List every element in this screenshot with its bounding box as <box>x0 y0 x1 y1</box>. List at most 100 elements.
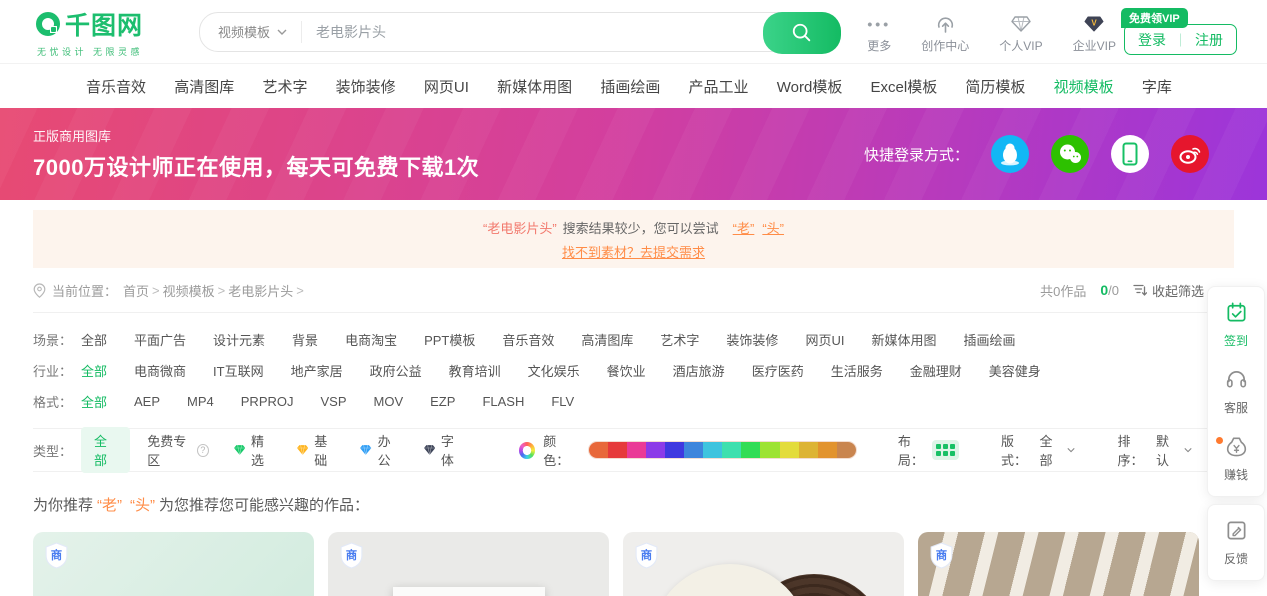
result-card-2[interactable]: 商 <box>328 532 609 596</box>
color-swatch[interactable] <box>665 442 684 458</box>
float-item-earn-money[interactable]: 赚钱 <box>1208 425 1264 492</box>
filter-option[interactable]: 全部 <box>81 361 107 380</box>
color-swatch[interactable] <box>589 442 608 458</box>
nav-item-字库[interactable]: 字库 <box>1142 76 1172 97</box>
filter-option[interactable]: 新媒体用图 <box>871 330 936 349</box>
color-swatch[interactable] <box>684 442 703 458</box>
suggestion-link[interactable]: “头” <box>762 221 784 236</box>
nav-item-Word模板[interactable]: Word模板 <box>777 76 843 97</box>
filter-option[interactable]: 插画绘画 <box>963 330 1015 349</box>
weibo-login-icon[interactable] <box>1171 135 1209 173</box>
result-card-1[interactable]: 商 <box>33 532 314 596</box>
filter-option[interactable]: 文化娱乐 <box>528 361 580 380</box>
search-category-select[interactable]: 视频模板 <box>200 22 301 41</box>
nav-item-新媒体用图[interactable]: 新媒体用图 <box>497 76 572 97</box>
filter-option[interactable]: 金融理财 <box>910 361 962 380</box>
tier-filter-精选[interactable]: 精选 <box>234 431 272 469</box>
tier-filter-基础[interactable]: 基础 <box>297 431 335 469</box>
menu-item-creator-center[interactable]: 创作中心 <box>921 10 969 54</box>
filter-option[interactable]: IT互联网 <box>213 361 264 380</box>
filter-option[interactable]: 网页UI <box>805 330 844 349</box>
color-swatch[interactable] <box>608 442 627 458</box>
float-item-sign-in[interactable]: 签到 <box>1208 291 1264 358</box>
filter-option[interactable]: 电商微商 <box>134 361 186 380</box>
format-dropdown[interactable]: 版式： 全部 <box>1001 431 1076 469</box>
nav-item-简历模板[interactable]: 简历模板 <box>965 76 1025 97</box>
suggestion-link[interactable]: “老” <box>733 221 755 236</box>
layout-control[interactable]: 布局： <box>898 431 959 469</box>
filter-option[interactable]: 地产家居 <box>291 361 343 380</box>
filter-option[interactable]: 装饰装修 <box>726 330 778 349</box>
tier-filter-办公[interactable]: 办公 <box>360 431 398 469</box>
filter-option[interactable]: 平面广告 <box>134 330 186 349</box>
sort-dropdown[interactable]: 排序： 默认 <box>1118 431 1193 469</box>
nav-item-艺术字[interactable]: 艺术字 <box>262 76 307 97</box>
color-swatch[interactable] <box>722 442 741 458</box>
site-logo[interactable]: 千图网 无忧设计 无限灵感 <box>35 6 187 58</box>
tier-filter-字体[interactable]: 字体 <box>424 431 462 469</box>
nav-item-Excel模板[interactable]: Excel模板 <box>871 76 938 97</box>
filter-option[interactable]: 音乐音效 <box>502 330 554 349</box>
float-item-feedback[interactable]: 反馈 <box>1208 509 1264 576</box>
filter-option[interactable]: MP4 <box>187 394 214 409</box>
color-swatch[interactable] <box>799 442 818 458</box>
filter-option[interactable]: 设计元素 <box>213 330 265 349</box>
nav-item-视频模板[interactable]: 视频模板 <box>1054 76 1114 97</box>
filter-option[interactable]: 美容健身 <box>989 361 1041 380</box>
result-card-4[interactable]: 商 <box>918 532 1199 596</box>
filter-option[interactable]: 艺术字 <box>660 330 699 349</box>
color-swatch[interactable] <box>646 442 665 458</box>
help-icon[interactable]: ? <box>197 444 209 457</box>
register-label[interactable]: 注册 <box>1195 30 1223 50</box>
nav-item-产品工业[interactable]: 产品工业 <box>689 76 749 97</box>
filter-option[interactable]: MOV <box>374 394 404 409</box>
menu-item-enterprise-vip[interactable]: V企业VIP <box>1073 10 1116 54</box>
filter-option[interactable]: 教育培训 <box>449 361 501 380</box>
filter-option[interactable]: 餐饮业 <box>607 361 646 380</box>
menu-item-personal-vip[interactable]: 个人VIP <box>999 10 1042 54</box>
qq-login-icon[interactable] <box>991 135 1029 173</box>
filter-option[interactable]: 政府公益 <box>370 361 422 380</box>
mobile-login-icon[interactable] <box>1111 135 1149 173</box>
nav-item-装饰装修[interactable]: 装饰装修 <box>336 76 396 97</box>
color-swatch[interactable] <box>627 442 646 458</box>
nav-item-插画绘画[interactable]: 插画绘画 <box>600 76 660 97</box>
rainbow-color-icon[interactable] <box>519 442 535 459</box>
login-register-button[interactable]: 登录 ｜ 注册 <box>1124 24 1237 55</box>
collapse-filter-button[interactable]: 收起筛选 <box>1133 281 1204 300</box>
float-item-customer-service[interactable]: 客服 <box>1208 358 1264 425</box>
color-swatch[interactable] <box>837 442 856 458</box>
nav-item-网页UI[interactable]: 网页UI <box>424 76 469 97</box>
nav-item-高清图库[interactable]: 高清图库 <box>174 76 234 97</box>
filter-option[interactable]: 高清图库 <box>581 330 633 349</box>
filter-option[interactable]: FLV <box>551 394 574 409</box>
filter-option[interactable]: PPT模板 <box>424 330 475 349</box>
filter-option[interactable]: FLASH <box>482 394 524 409</box>
type-all-button[interactable]: 全部 <box>81 427 130 473</box>
result-card-3[interactable]: 商 <box>623 532 904 596</box>
filter-option[interactable]: 全部 <box>81 330 107 349</box>
filter-option[interactable]: VSP <box>321 394 347 409</box>
color-swatch[interactable] <box>741 442 760 458</box>
submit-request-link[interactable]: 找不到素材？去提交需求 <box>562 242 705 261</box>
recommend-keyword[interactable]: “老” <box>97 494 122 515</box>
login-label[interactable]: 登录 <box>1138 30 1166 50</box>
color-swatch[interactable] <box>818 442 837 458</box>
grid-layout-icon[interactable] <box>932 440 959 460</box>
filter-option[interactable]: 医疗医药 <box>752 361 804 380</box>
wechat-login-icon[interactable] <box>1051 135 1089 173</box>
filter-option[interactable]: 全部 <box>81 392 107 411</box>
breadcrumb-item[interactable]: 老电影片头 <box>228 281 293 300</box>
breadcrumb-item[interactable]: 首页 <box>123 281 149 300</box>
filter-option[interactable]: 背景 <box>292 330 318 349</box>
recommend-keyword[interactable]: “头” <box>130 494 155 515</box>
filter-option[interactable]: 生活服务 <box>831 361 883 380</box>
filter-option[interactable]: EZP <box>430 394 455 409</box>
breadcrumb-item[interactable]: 视频模板 <box>163 281 215 300</box>
filter-option[interactable]: AEP <box>134 394 160 409</box>
filter-option[interactable]: PRPROJ <box>241 394 294 409</box>
filter-option[interactable]: 电商淘宝 <box>345 330 397 349</box>
menu-item-more[interactable]: •••更多 <box>867 10 891 54</box>
free-zone-filter[interactable]: 免费专区 ? <box>147 431 209 469</box>
nav-item-音乐音效[interactable]: 音乐音效 <box>86 76 146 97</box>
